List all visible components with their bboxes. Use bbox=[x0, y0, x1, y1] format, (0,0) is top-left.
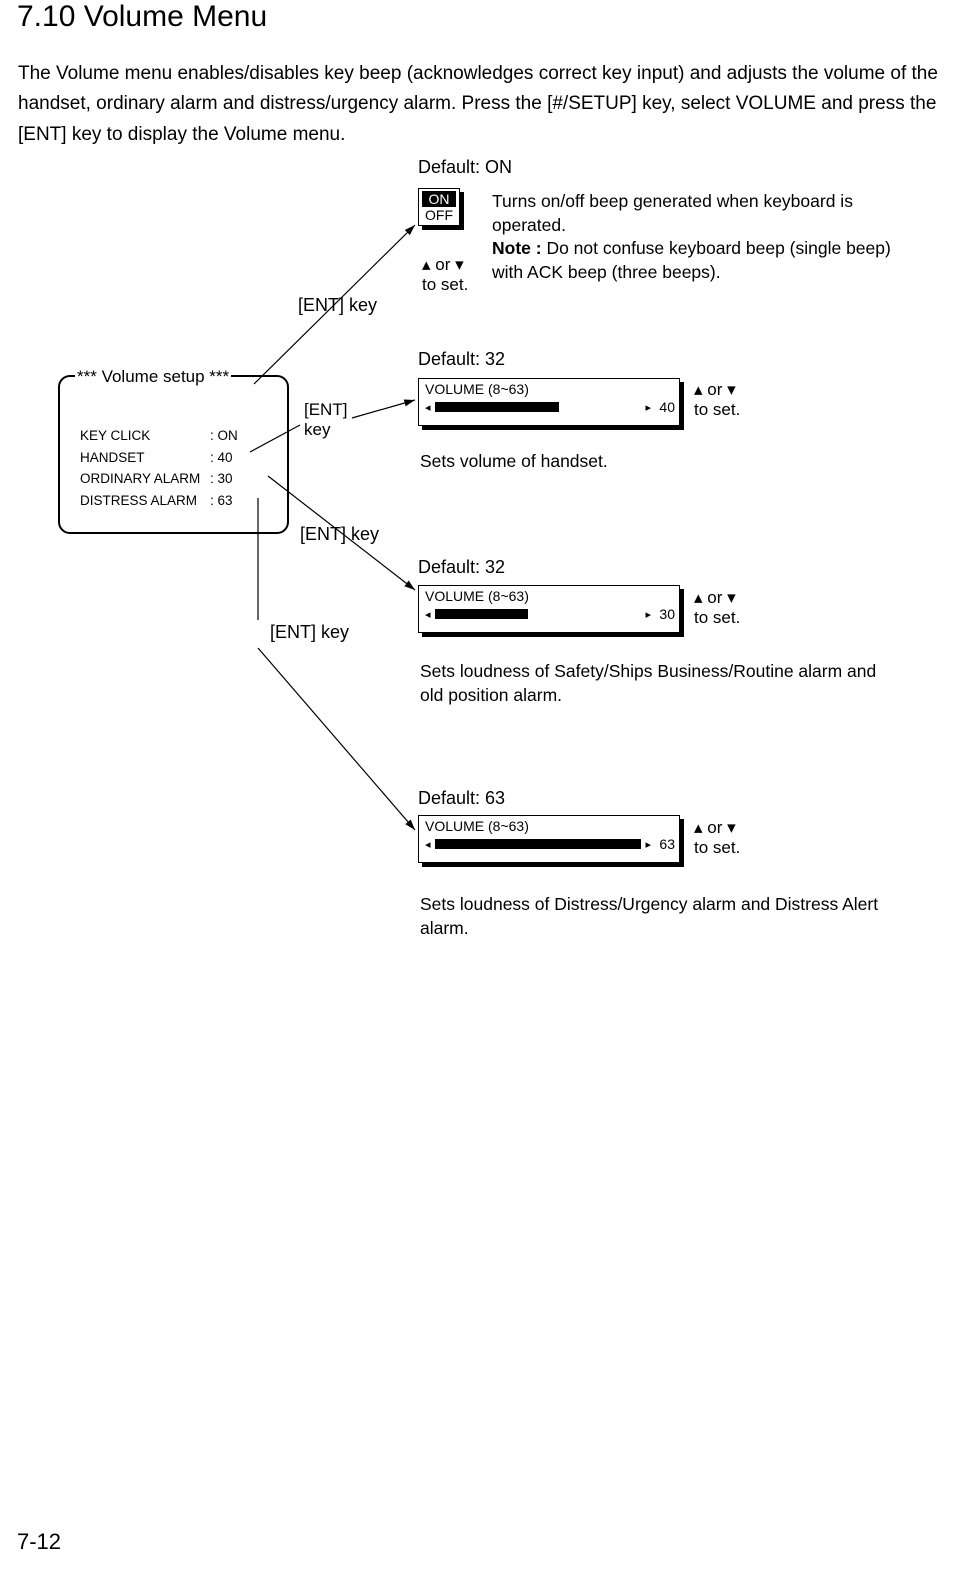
handset-popup: VOLUME (8~63) ◂ ▸ 40 bbox=[418, 378, 680, 426]
distress-bar-fill bbox=[435, 839, 642, 849]
tri-left-icon: ◂ bbox=[425, 608, 431, 621]
ent-key-label-4: [ENT] key bbox=[270, 622, 349, 643]
row-distress-value: : 63 bbox=[210, 493, 233, 508]
tri-right-icon: ▸ bbox=[645, 838, 651, 851]
row-handset-value: : 40 bbox=[210, 450, 233, 465]
keyclick-note-body: Do not confuse keyboard beep (single bee… bbox=[492, 238, 891, 282]
ent-key-label-1: [ENT] key bbox=[298, 295, 377, 316]
handset-or: ▴ or ▾ bbox=[694, 380, 736, 399]
distress-vol-label: VOLUME (8~63) bbox=[425, 818, 675, 834]
ordinary-bar bbox=[435, 609, 642, 619]
keyclick-or: ▴ or ▾ bbox=[422, 255, 464, 274]
distress-desc: Sets loudness of Distress/Urgency alarm … bbox=[420, 893, 890, 940]
row-handset-label: HANDSET bbox=[80, 447, 210, 469]
ordinary-desc: Sets loudness of Safety/Ships Business/R… bbox=[420, 660, 890, 707]
distress-bar bbox=[435, 839, 642, 849]
volume-setup-title: *** Volume setup *** bbox=[75, 367, 231, 387]
keyclick-popup: ON OFF bbox=[418, 188, 460, 226]
ordinary-popup: VOLUME (8~63) ◂ ▸ 30 bbox=[418, 585, 680, 633]
keyclick-toset: to set. bbox=[422, 275, 468, 294]
intro-paragraph: The Volume menu enables/disables key bee… bbox=[18, 59, 938, 150]
tri-right-icon: ▸ bbox=[645, 401, 651, 414]
ordinary-default: Default: 32 bbox=[418, 557, 505, 578]
ordinary-vol-label: VOLUME (8~63) bbox=[425, 588, 675, 604]
keyclick-off: OFF bbox=[419, 207, 459, 223]
page-number: 7-12 bbox=[17, 1529, 61, 1555]
handset-bar-fill bbox=[435, 402, 559, 412]
ent-key-label-3: [ENT] key bbox=[300, 524, 379, 545]
tri-right-icon: ▸ bbox=[645, 608, 651, 621]
distress-value: 63 bbox=[655, 836, 675, 852]
row-ordinary-value: : 30 bbox=[210, 471, 233, 486]
handset-desc: Sets volume of handset. bbox=[420, 450, 608, 474]
distress-default: Default: 63 bbox=[418, 788, 505, 809]
ordinary-bar-fill bbox=[435, 609, 528, 619]
handset-bar bbox=[435, 402, 642, 412]
ent-key-label-2a: [ENT] bbox=[304, 400, 347, 419]
distress-or: ▴ or ▾ bbox=[694, 818, 736, 837]
row-keyclick-value: : ON bbox=[210, 428, 238, 443]
row-distress-label: DISTRESS ALARM bbox=[80, 490, 210, 512]
handset-default: Default: 32 bbox=[418, 349, 505, 370]
row-ordinary-label: ORDINARY ALARM bbox=[80, 468, 210, 490]
handset-toset: to set. bbox=[694, 400, 740, 419]
handset-vol-label: VOLUME (8~63) bbox=[425, 381, 675, 397]
distress-toset: to set. bbox=[694, 838, 740, 857]
row-keyclick-label: KEY CLICK bbox=[80, 425, 210, 447]
handset-value: 40 bbox=[655, 399, 675, 415]
keyclick-default: Default: ON bbox=[418, 157, 512, 178]
section-heading: 7.10 Volume Menu bbox=[17, 0, 267, 34]
distress-popup: VOLUME (8~63) ◂ ▸ 63 bbox=[418, 815, 680, 863]
ordinary-value: 30 bbox=[655, 606, 675, 622]
tri-left-icon: ◂ bbox=[425, 401, 431, 414]
keyclick-desc: Turns on/off beep generated when keyboar… bbox=[492, 191, 853, 235]
keyclick-on: ON bbox=[422, 191, 456, 207]
tri-left-icon: ◂ bbox=[425, 838, 431, 851]
keyclick-note-label: Note : bbox=[492, 238, 542, 258]
ent-key-label-2b: key bbox=[304, 420, 330, 439]
ordinary-or: ▴ or ▾ bbox=[694, 588, 736, 607]
ordinary-toset: to set. bbox=[694, 608, 740, 627]
volume-setup-rows: KEY CLICK: ON HANDSET: 40 ORDINARY ALARM… bbox=[80, 425, 238, 511]
